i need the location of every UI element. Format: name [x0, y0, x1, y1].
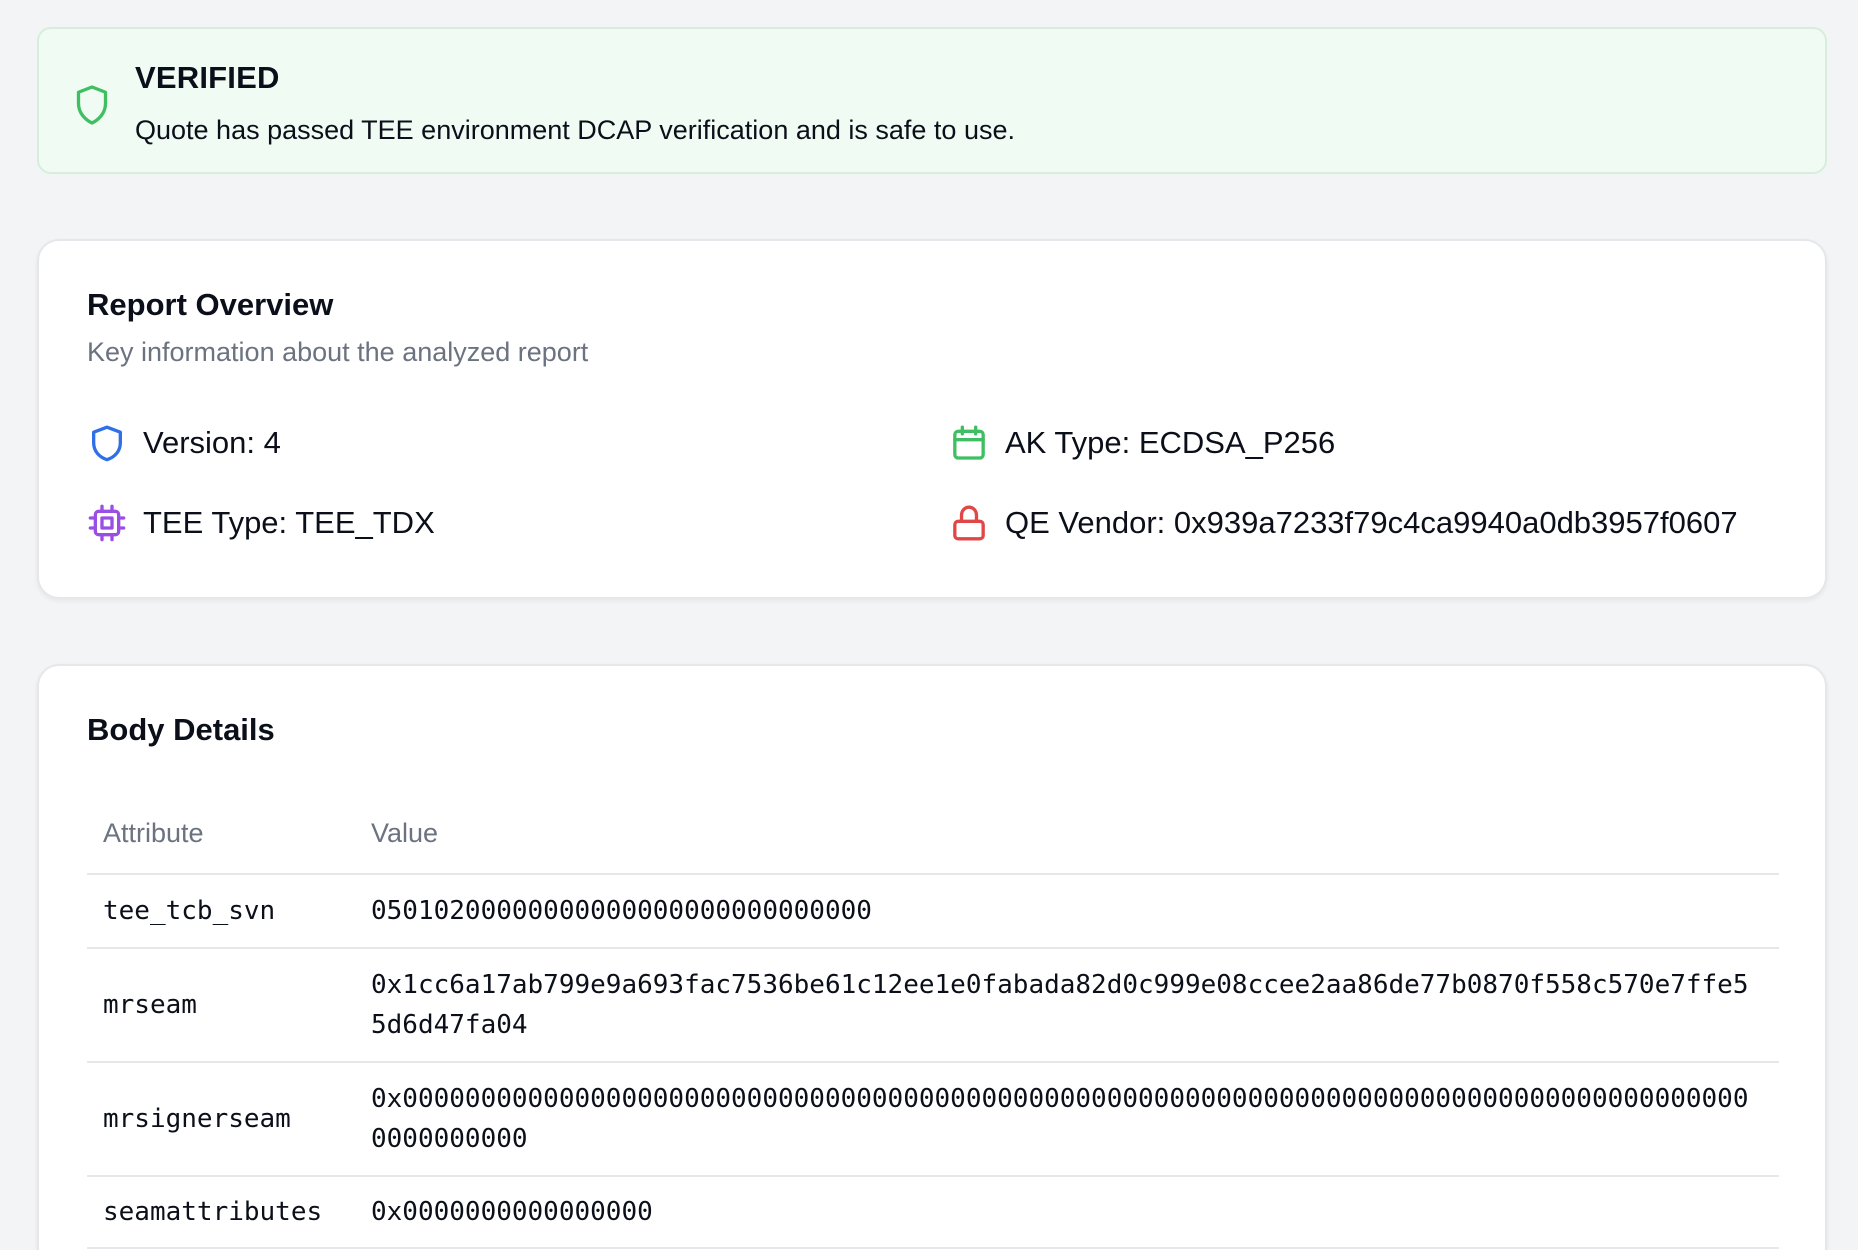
shield-check-icon [74, 83, 110, 127]
verification-status-banner: VERIFIED Quote has passed TEE environmen… [37, 27, 1827, 174]
overview-item-label: AK Type: ECDSA_P256 [1005, 425, 1336, 460]
page: VERIFIED Quote has passed TEE environmen… [0, 0, 1858, 1250]
overview-item-label: TEE Type: TEE_TDX [143, 505, 435, 540]
attribute-cell: seamattributes [87, 1176, 355, 1249]
overview-item-tee-type: TEE Type: TEE_TDX [87, 503, 435, 543]
overview-item-qe-vendor: QE Vendor: 0x939a7233f79c4ca9940a0db3957… [949, 503, 1738, 543]
body-details-card: Body Details Attribute Value tee_tcb_svn… [37, 664, 1827, 1250]
lock-icon [949, 503, 989, 543]
calendar-icon [949, 423, 989, 463]
table-row: mrsignerseam 0x0000000000000000000000000… [87, 1062, 1779, 1177]
value-cell: 0x00000000000000000000000000000000000000… [355, 1062, 1779, 1177]
body-details-table: Attribute Value tee_tcb_svn 050102000000… [87, 794, 1779, 1249]
overview-item-label: QE Vendor: 0x939a7233f79c4ca9940a0db3957… [1005, 505, 1738, 540]
attribute-cell: mrseam [87, 948, 355, 1063]
table-header-row: Attribute Value [87, 794, 1779, 875]
column-header-value: Value [355, 794, 1779, 875]
report-overview-card: Report Overview Key information about th… [37, 239, 1827, 599]
table-row: tee_tcb_svn 0501020000000000000000000000… [87, 874, 1779, 949]
shield-icon [87, 423, 127, 463]
value-cell: 05010200000000000000000000000000 [355, 874, 1779, 949]
attribute-cell: tee_tcb_svn [87, 874, 355, 949]
table-row: seamattributes 0x0000000000000000 [87, 1176, 1779, 1249]
value-cell: 0x1cc6a17ab799e9a693fac7536be61c12ee1e0f… [355, 948, 1779, 1063]
status-title: VERIFIED [135, 60, 280, 95]
overview-item-ak-type: AK Type: ECDSA_P256 [949, 423, 1335, 463]
card-subtitle: Key information about the analyzed repor… [87, 337, 589, 367]
status-description: Quote has passed TEE environment DCAP ve… [135, 115, 1015, 145]
card-title: Report Overview [87, 287, 334, 322]
card-title: Body Details [87, 712, 275, 747]
column-header-attribute: Attribute [87, 794, 355, 875]
table-row: mrseam 0x1cc6a17ab799e9a693fac7536be61c1… [87, 948, 1779, 1063]
overview-item-version: Version: 4 [87, 423, 281, 463]
value-cell: 0x0000000000000000 [355, 1176, 1779, 1249]
cpu-icon [87, 503, 127, 543]
attribute-cell: mrsignerseam [87, 1062, 355, 1177]
overview-item-label: Version: 4 [143, 425, 281, 460]
